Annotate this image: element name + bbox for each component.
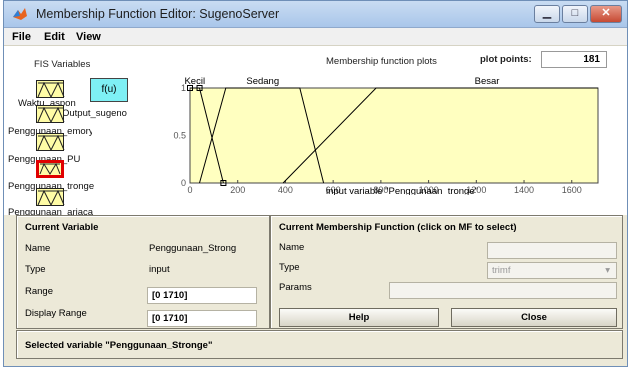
menu-view[interactable]: View (76, 31, 101, 43)
status-text: Selected variable "Penggunaan_Stronge" (25, 340, 213, 351)
x-axis-label: input variable "Penggunaan_tronge" (326, 186, 478, 195)
mf-name-label: Name (279, 242, 305, 253)
menu-edit[interactable]: Edit (44, 31, 65, 43)
fis-input-block[interactable] (36, 133, 65, 152)
plot-points-label: plot points: (480, 54, 532, 65)
current-variable-panel: Current Variable Name Penggunaan_Strong … (16, 215, 270, 329)
display-range-input[interactable]: [0 1710] (147, 310, 257, 327)
y-tick-label: 0.5 (173, 131, 186, 141)
range-label: Range (25, 286, 53, 297)
variable-type-value: input (149, 264, 170, 275)
help-button[interactable]: Help (279, 308, 439, 327)
mf-glyph-icon (37, 134, 65, 152)
mf-type-select[interactable]: trimf ▾ (487, 262, 617, 279)
fis-variables-heading: FIS Variables (34, 59, 91, 70)
params-input[interactable] (389, 282, 617, 299)
x-tick-label: 200 (230, 185, 245, 195)
mf-glyph-icon (37, 106, 65, 124)
mf-label-kecil: Kecil (184, 76, 205, 87)
fis-input-block-selected[interactable] (36, 160, 64, 178)
y-tick-label: 0 (181, 178, 186, 188)
type-label: Type (25, 264, 46, 275)
x-tick-label: 0 (187, 185, 192, 195)
fis-input-block[interactable] (36, 80, 65, 99)
x-tick-label: 400 (278, 185, 293, 195)
title-bar[interactable]: Membership Function Editor: SugenoServer… (4, 1, 627, 28)
mf-glyph-icon (37, 81, 65, 99)
fis-output-block[interactable]: f(u) (90, 78, 128, 102)
window-title: Membership Function Editor: SugenoServer (36, 7, 280, 21)
close-window-button[interactable]: ✕ (590, 5, 622, 23)
menu-file[interactable]: File (12, 31, 31, 43)
mf-name-input[interactable] (487, 242, 617, 259)
name-label: Name (25, 243, 51, 254)
mf-editor-window: Membership Function Editor: SugenoServer… (3, 0, 628, 367)
mf-label-besar: Besar (475, 76, 500, 87)
plot-area[interactable] (189, 87, 599, 184)
params-label: Params (279, 282, 312, 293)
mf-plots-heading: Membership function plots (326, 56, 437, 67)
fis-variable-label: Output_sugeno (62, 108, 127, 119)
display-range-label: Display Range (25, 308, 87, 319)
editor-canvas: FIS Variables f(u) Waktu_aspon Output_su… (4, 46, 627, 215)
x-tick-label: 1600 (562, 185, 582, 195)
current-variable-heading: Current Variable (25, 222, 99, 233)
close-button[interactable]: Close (451, 308, 617, 327)
mf-type-value: trimf (492, 265, 511, 276)
plot-points-input[interactable]: 181 (541, 51, 607, 68)
matlab-icon (13, 8, 27, 20)
range-input[interactable]: [0 1710] (147, 287, 257, 304)
x-tick-label: 1400 (514, 185, 534, 195)
menu-bar: File Edit View (4, 28, 627, 46)
fis-input-block[interactable] (36, 105, 65, 124)
minimize-button[interactable]: ▁ (534, 5, 560, 23)
status-bar: Selected variable "Penggunaan_Stronge" (16, 330, 623, 359)
variable-name-value: Penggunaan_Strong (149, 243, 237, 254)
maximize-button[interactable]: □ (562, 5, 588, 23)
mf-glyph-icon (39, 163, 61, 175)
fis-variable-label: Penggunaan_ariaca (8, 207, 94, 215)
fis-input-block[interactable] (36, 188, 65, 207)
current-mf-panel: Current Membership Function (click on MF… (270, 215, 623, 329)
chevron-down-icon: ▾ (605, 265, 610, 276)
mf-plot[interactable]: 0 200 400 600 800 1000 1200 1400 160000.51 Kecil… (172, 70, 612, 195)
mf-label-sedang: Sedang (246, 76, 279, 87)
current-mf-heading: Current Membership Function (click on MF… (279, 222, 517, 233)
mf-glyph-icon (37, 189, 65, 207)
mf-type-label: Type (279, 262, 300, 273)
